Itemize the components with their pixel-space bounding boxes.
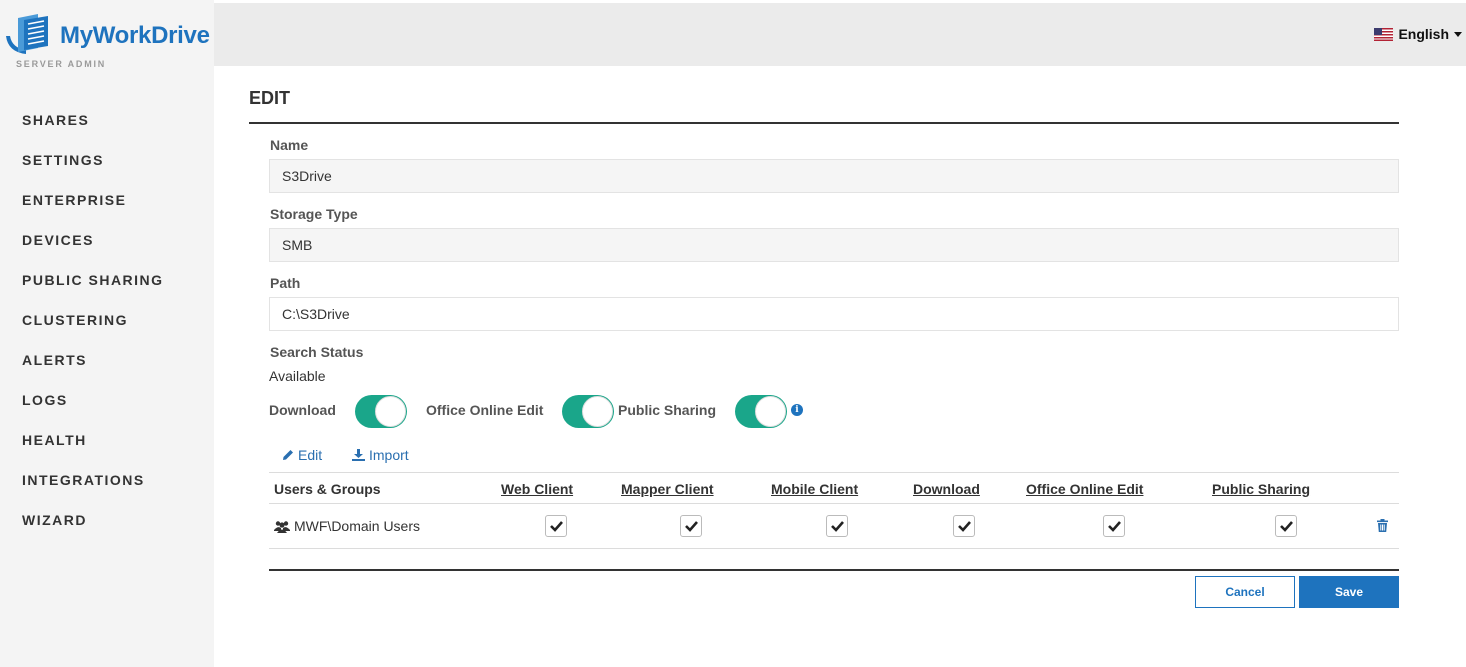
user-name: MWF\Domain Users — [294, 518, 421, 534]
sidebar-item-settings[interactable]: SETTINGS — [0, 140, 214, 180]
header-users-groups: Users & Groups — [274, 481, 381, 497]
header-mobile-client[interactable]: Mobile Client — [771, 481, 858, 497]
users-icon — [274, 520, 290, 533]
sidebar-item-public-sharing[interactable]: PUBLIC SHARING — [0, 260, 214, 300]
check-icon — [831, 521, 844, 532]
download-checkbox[interactable] — [953, 515, 975, 537]
check-icon — [1280, 521, 1293, 532]
search-status-label: Search Status — [270, 344, 364, 360]
sidebar-item-wizard[interactable]: WIZARD — [0, 500, 214, 540]
public-sharing-toggle-label: Public Sharing — [618, 402, 717, 418]
office-online-edit-toggle[interactable] — [562, 395, 614, 428]
download-toggle[interactable] — [355, 395, 407, 428]
header-public-sharing[interactable]: Public Sharing — [1212, 481, 1310, 497]
office-online-edit-toggle-label: Office Online Edit — [426, 402, 544, 418]
info-icon[interactable]: i — [791, 404, 803, 416]
logo-icon — [6, 14, 48, 54]
download-toggle-label: Download — [269, 402, 336, 418]
import-link[interactable]: Import — [352, 447, 409, 463]
sidebar-item-devices[interactable]: DEVICES — [0, 220, 214, 260]
edit-link[interactable]: Edit — [282, 447, 322, 463]
name-field: S3Drive — [269, 159, 1399, 193]
sidebar-item-logs[interactable]: LOGS — [0, 380, 214, 420]
sidebar-item-health[interactable]: HEALTH — [0, 420, 214, 460]
trash-icon[interactable] — [1377, 519, 1388, 537]
public-sharing-toggle[interactable] — [735, 395, 787, 428]
sidebar-item-shares[interactable]: SHARES — [0, 100, 214, 140]
storage-type-field: SMB — [269, 228, 1399, 262]
brand-name: MyWorkDrive — [60, 22, 210, 49]
public-sharing-checkbox[interactable] — [1275, 515, 1297, 537]
check-icon — [685, 521, 698, 532]
path-input[interactable]: C:\S3Drive — [269, 297, 1399, 331]
toggle-knob — [375, 396, 406, 427]
table-header-border — [269, 503, 1399, 504]
sidebar-item-alerts[interactable]: ALERTS — [0, 340, 214, 380]
title-divider — [249, 122, 1399, 124]
language-label: English — [1398, 26, 1449, 42]
header-office-online-edit[interactable]: Office Online Edit — [1026, 481, 1143, 497]
name-label: Name — [270, 137, 309, 153]
pencil-icon — [283, 450, 293, 460]
save-button[interactable]: Save — [1299, 576, 1399, 608]
header-web-client[interactable]: Web Client — [501, 481, 573, 497]
sidebar-nav: SHARES SETTINGS ENTERPRISE DEVICES PUBLI… — [0, 100, 214, 540]
web-client-checkbox[interactable] — [545, 515, 567, 537]
language-selector[interactable]: English — [1374, 26, 1462, 42]
check-icon — [550, 521, 563, 532]
check-icon — [1108, 521, 1121, 532]
path-label: Path — [270, 275, 301, 291]
page-title: EDIT — [249, 88, 291, 108]
mapper-client-checkbox[interactable] — [680, 515, 702, 537]
chevron-down-icon — [1454, 31, 1462, 37]
mobile-client-checkbox[interactable] — [826, 515, 848, 537]
table-bottom-border — [269, 548, 1399, 549]
toggle-knob — [582, 396, 613, 427]
sidebar-item-clustering[interactable]: CLUSTERING — [0, 300, 214, 340]
download-icon — [352, 449, 365, 461]
form-divider — [269, 569, 1399, 571]
edit-link-label: Edit — [298, 447, 323, 463]
brand-logo[interactable]: MyWorkDrive SERVER ADMIN — [4, 12, 214, 72]
header-mapper-client[interactable]: Mapper Client — [621, 481, 714, 497]
search-status-value: Available — [269, 368, 326, 384]
toggle-knob — [755, 396, 786, 427]
sidebar-item-integrations[interactable]: INTEGRATIONS — [0, 460, 214, 500]
storage-type-label: Storage Type — [270, 206, 358, 222]
sidebar: MyWorkDrive SERVER ADMIN SHARES SETTINGS… — [0, 0, 214, 667]
sidebar-item-enterprise[interactable]: ENTERPRISE — [0, 180, 214, 220]
header-download[interactable]: Download — [913, 481, 980, 497]
cancel-button[interactable]: Cancel — [1195, 576, 1295, 608]
table-top-border — [269, 472, 1399, 473]
us-flag-icon — [1374, 27, 1394, 41]
table-row-user: MWF\Domain Users — [274, 518, 420, 534]
brand-subtitle: SERVER ADMIN — [16, 59, 107, 69]
top-bar: English — [214, 3, 1466, 66]
import-link-label: Import — [369, 447, 409, 463]
check-icon — [958, 521, 971, 532]
office-online-edit-checkbox[interactable] — [1103, 515, 1125, 537]
